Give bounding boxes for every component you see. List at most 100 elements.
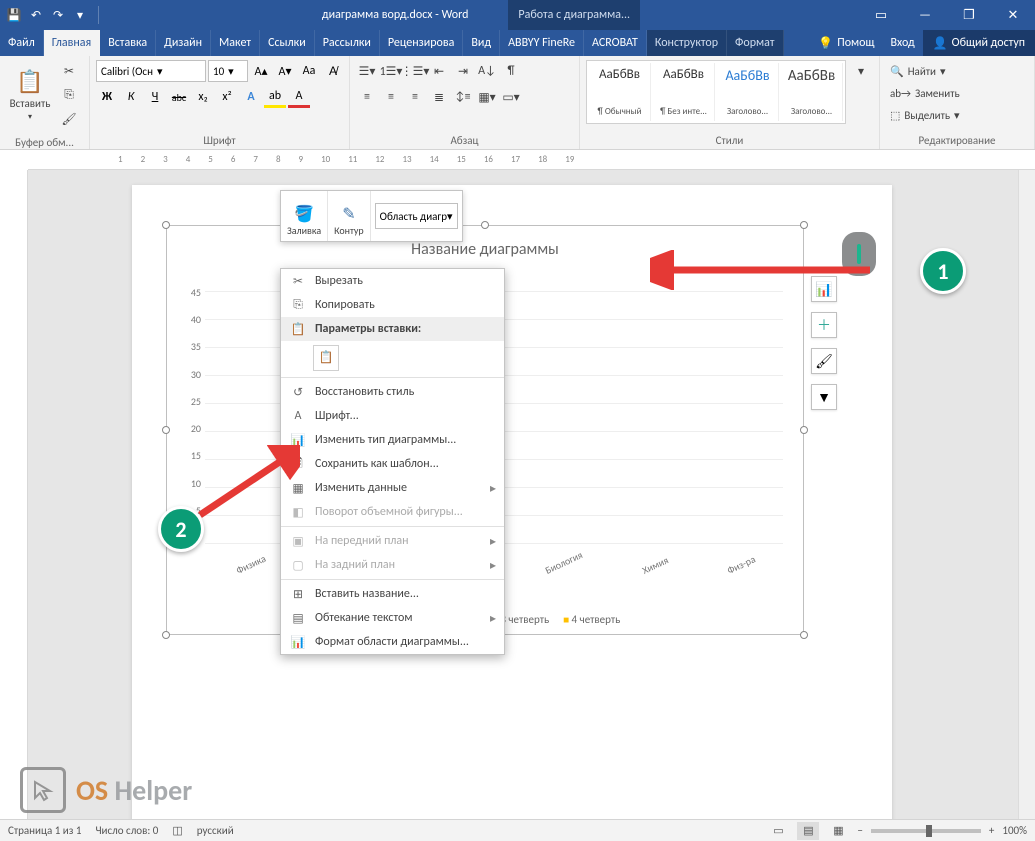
ctx-change-chart-type[interactable]: 📊Изменить тип диаграммы... [281,428,504,452]
save-icon[interactable]: 💾 [6,7,22,23]
redo-icon[interactable]: ↷ [50,7,66,23]
italic-button[interactable]: К [120,86,142,108]
decrease-indent-icon[interactable]: ⇤ [428,60,450,82]
tab-review[interactable]: Рецензирова [380,30,463,56]
resize-handle[interactable] [162,426,170,434]
undo-icon[interactable]: ↶ [28,7,44,23]
ctx-copy[interactable]: ⎘Копировать [281,293,504,317]
justify-icon[interactable]: ≣ [428,86,450,108]
resize-handle[interactable] [800,631,808,639]
sign-in[interactable]: Вход [882,30,922,56]
resize-handle[interactable] [481,221,489,229]
numbering-icon[interactable]: 1☰▾ [380,60,402,82]
resize-handle[interactable] [162,631,170,639]
minimize-button[interactable]: — [903,0,947,30]
tab-layout[interactable]: Макет [211,30,260,56]
format-painter-icon[interactable]: 🖌 [58,108,80,130]
replace-button[interactable]: ab→ Заменить [886,82,964,104]
underline-button[interactable]: Ч [144,86,166,108]
resize-handle[interactable] [800,426,808,434]
ctx-insert-caption[interactable]: ⊞Вставить название... [281,582,504,606]
ctx-save-template[interactable]: 🗎Сохранить как шаблон... [281,452,504,476]
horizontal-ruler[interactable]: 12345678910111213141516171819 [28,150,1035,170]
styles-gallery[interactable]: АаБбВв¶ Обычный АаБбВв¶ Без инте... АаБб… [586,60,846,124]
multilevel-icon[interactable]: ⋮☰▾ [404,60,426,82]
shrink-font-icon[interactable]: A▾ [274,60,296,82]
font-color-icon[interactable]: A [288,86,310,108]
chart-filter-button[interactable]: ▼ [811,384,837,410]
zoom-out-icon[interactable]: − [857,824,862,837]
style-heading2[interactable]: АаБбВвЗаголово... [781,63,843,121]
tab-acrobat[interactable]: ACROBAT [584,30,647,56]
ctx-text-wrap[interactable]: ▤Обтекание текстом▸ [281,606,504,630]
shading-icon[interactable]: ▦▾ [476,86,498,108]
font-size-combo[interactable]: 10▾ [208,60,248,82]
paste-button[interactable]: 📋 Вставить▾ [6,60,54,130]
tell-me[interactable]: 💡 Помощ [810,30,882,56]
tab-design[interactable]: Дизайн [156,30,211,56]
copy-icon[interactable]: ⎘ [58,84,80,106]
status-page[interactable]: Страница 1 из 1 [8,824,81,837]
vertical-scrollbar[interactable] [1018,170,1035,819]
ctx-reset-style[interactable]: ↺Восстановить стиль [281,380,504,404]
ctx-font[interactable]: AШрифт... [281,404,504,428]
tab-insert[interactable]: Вставка [100,30,156,56]
clear-format-icon[interactable]: A̸ [322,60,344,82]
mini-fill-button[interactable]: 🪣Заливка [281,191,328,241]
select-button[interactable]: ⬚ Выделить ▾ [886,104,964,126]
qat-customize-icon[interactable]: ▾ [72,7,88,23]
style-normal[interactable]: АаБбВв¶ Обычный [589,63,651,121]
zoom-in-icon[interactable]: + [989,824,994,837]
styles-more-icon[interactable]: ▾ [850,60,872,82]
line-spacing-icon[interactable]: ↕≡ [452,86,474,108]
ctx-format-chart-area[interactable]: 📊Формат области диаграммы... [281,630,504,654]
restore-button[interactable]: ❐ [947,0,991,30]
tab-view[interactable]: Вид [463,30,500,56]
vertical-ruler[interactable] [0,170,28,819]
grow-font-icon[interactable]: A▴ [250,60,272,82]
style-heading1[interactable]: АаБбВвЗаголово... [717,63,779,121]
text-effects-icon[interactable]: A [240,86,262,108]
find-button[interactable]: 🔍 Найти ▾ [886,60,950,82]
status-language[interactable]: русский [197,824,234,837]
tab-constructor[interactable]: Конструктор [647,30,727,56]
bold-button[interactable]: Ж [96,86,118,108]
status-words[interactable]: Число слов: 0 [95,824,158,837]
zoom-slider[interactable] [871,829,981,833]
share-button[interactable]: 👤 Общий доступ [923,30,1035,56]
change-case-icon[interactable]: Aa [298,60,320,82]
align-left-icon[interactable]: ≡ [356,86,378,108]
tab-abbyy[interactable]: ABBYY FineRe [500,30,584,56]
tab-file[interactable]: Файл [0,30,44,56]
status-proofing-icon[interactable]: ◫ [172,824,182,837]
chart-styles-button[interactable]: 🖌 [811,348,837,374]
sort-icon[interactable]: A↓ [476,60,498,82]
tab-mailings[interactable]: Рассылки [315,30,380,56]
mini-outline-button[interactable]: ✎Контур [328,191,371,241]
chart-add-element-button[interactable]: ＋ [811,312,837,338]
zoom-level[interactable]: 100% [1002,824,1027,837]
cut-icon[interactable]: ✂ [58,60,80,82]
show-marks-icon[interactable]: ¶ [500,60,522,82]
font-name-combo[interactable]: Calibri (Осн▾ [96,60,206,82]
align-right-icon[interactable]: ≡ [404,86,426,108]
tab-references[interactable]: Ссылки [260,30,315,56]
bullets-icon[interactable]: ☰▾ [356,60,378,82]
style-nospacing[interactable]: АаБбВв¶ Без инте... [653,63,715,121]
tab-format[interactable]: Формат [727,30,783,56]
highlight-icon[interactable]: ab [264,86,286,108]
borders-icon[interactable]: ▭▾ [500,86,522,108]
strike-button[interactable]: abc [168,86,190,108]
mini-chart-element-combo[interactable]: Область диагр ▾ [375,203,458,229]
increase-indent-icon[interactable]: ⇥ [452,60,474,82]
close-button[interactable]: ✕ [991,0,1035,30]
subscript-button[interactable]: x₂ [192,86,214,108]
ribbon-display-options[interactable]: ▭ [859,0,903,30]
ctx-edit-data[interactable]: ▦Изменить данные▸ [281,476,504,500]
document-area[interactable]: Название диаграммы 051015202530354045 Фи… [28,170,1035,819]
web-layout-icon[interactable]: ▦ [827,822,849,840]
ctx-cut[interactable]: ✂Вырезать [281,269,504,293]
read-mode-icon[interactable]: ▭ [767,822,789,840]
align-center-icon[interactable]: ≡ [380,86,402,108]
superscript-button[interactable]: x² [216,86,238,108]
